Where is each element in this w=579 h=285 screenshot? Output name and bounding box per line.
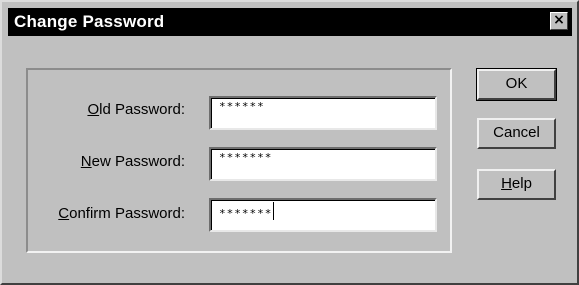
close-icon: × xyxy=(553,12,565,28)
change-password-dialog: Change Password × Old Password: ****** N… xyxy=(0,0,579,285)
ok-button[interactable]: OK xyxy=(476,68,557,101)
close-button[interactable]: × xyxy=(550,12,568,30)
old-password-field[interactable]: ****** xyxy=(209,96,437,130)
confirm-password-value: ******* xyxy=(219,207,273,220)
confirm-password-field[interactable]: ******* xyxy=(209,198,437,232)
old-password-value: ****** xyxy=(219,100,265,113)
old-password-label: Old Password: xyxy=(87,101,185,118)
dialog-title: Change Password xyxy=(14,12,165,31)
new-password-value: ******* xyxy=(219,151,273,164)
cancel-button[interactable]: Cancel xyxy=(477,118,556,149)
confirm-password-label: Confirm Password: xyxy=(58,205,185,222)
title-bar[interactable]: Change Password × xyxy=(8,8,572,36)
help-button[interactable]: Help xyxy=(477,169,556,200)
text-caret xyxy=(273,202,275,220)
new-password-label: New Password: xyxy=(80,153,185,170)
new-password-field[interactable]: ******* xyxy=(209,147,437,181)
